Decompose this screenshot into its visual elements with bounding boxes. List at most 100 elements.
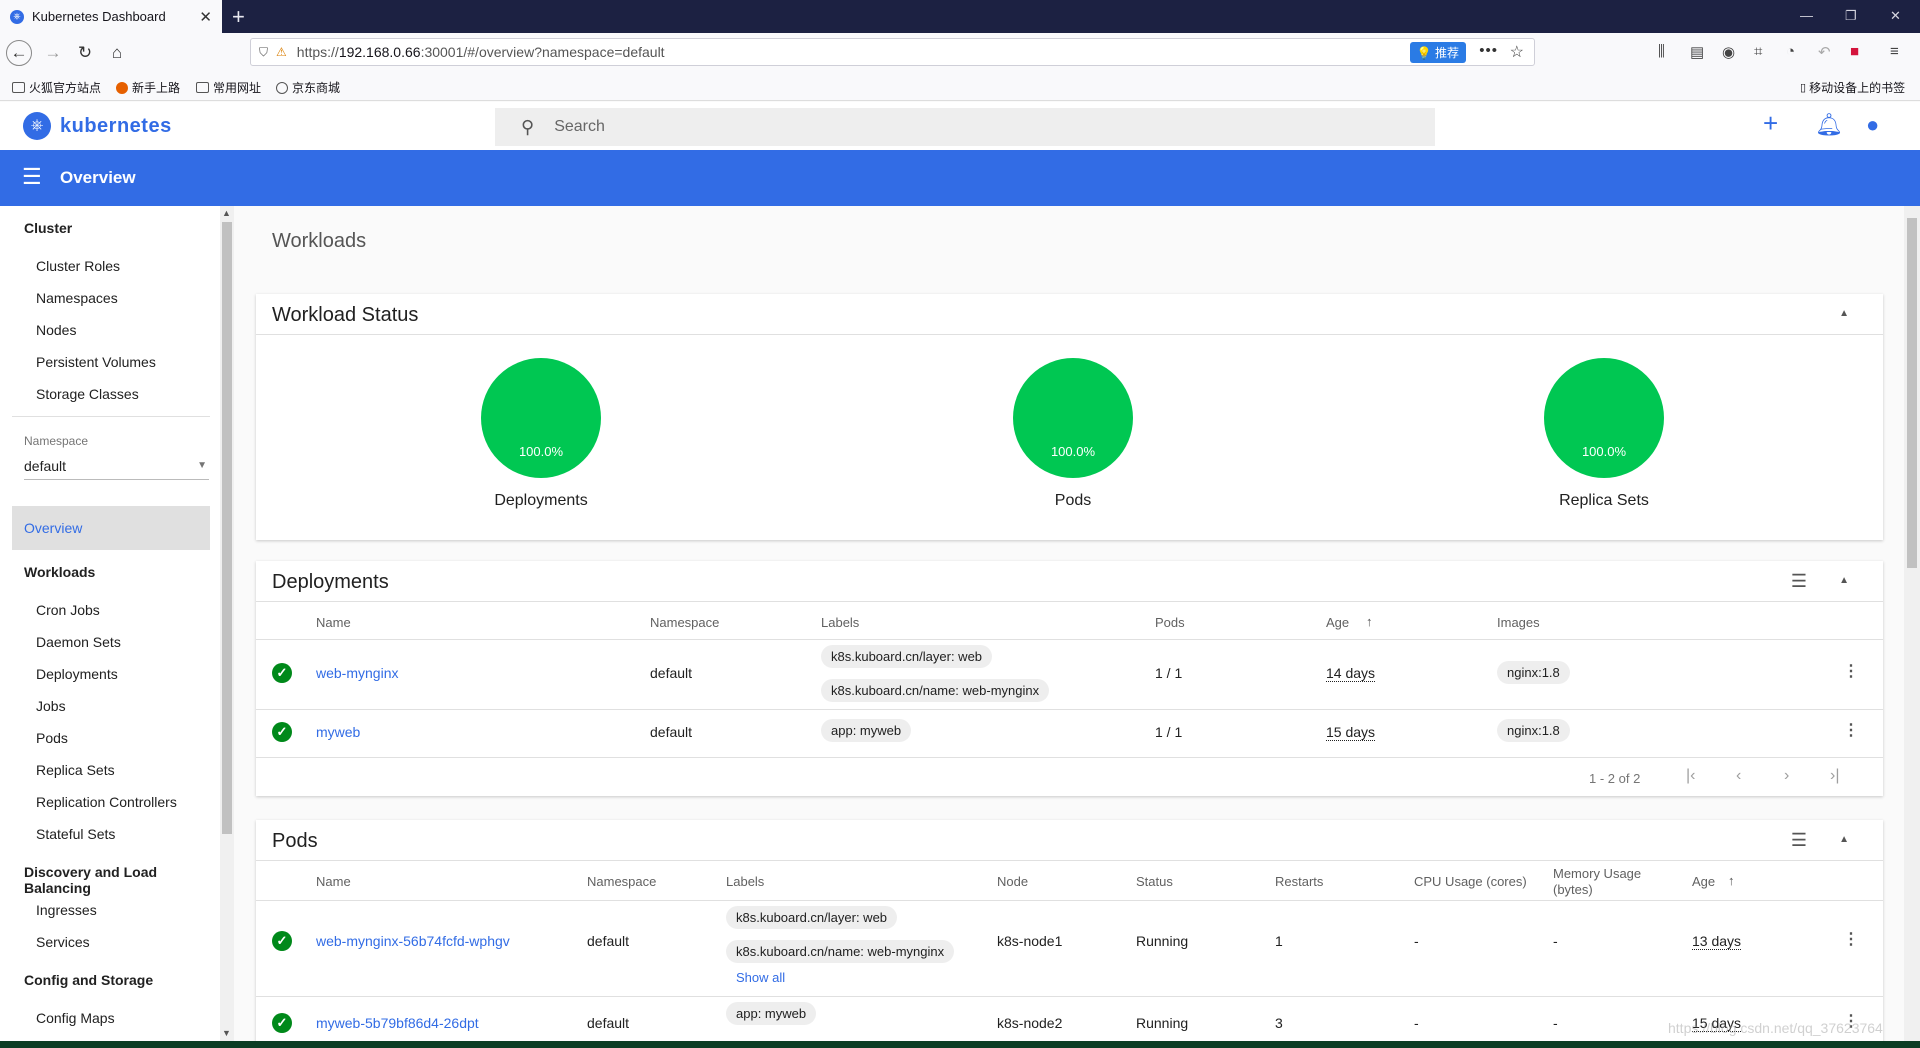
extension-icon[interactable]: ■ [1850, 43, 1859, 60]
sidebar-item-cluster-roles[interactable]: Cluster Roles [36, 258, 120, 274]
bookmark-star-icon[interactable]: ☆ [1510, 42, 1524, 62]
sidebar-heading-cluster[interactable]: Cluster [24, 220, 72, 236]
divider [256, 639, 1883, 640]
chat-icon[interactable]: ◔ [1786, 43, 1795, 60]
sidebar-item-pods[interactable]: Pods [36, 730, 68, 746]
hamburger-menu-icon[interactable]: ☰ [22, 164, 42, 190]
sidebar-item-overview-label[interactable]: Overview [24, 520, 82, 536]
notifications-bell-icon[interactable]: 🔔︎ [1815, 112, 1843, 138]
sidebar-item-replica-sets[interactable]: Replica Sets [36, 762, 115, 778]
new-tab-icon[interactable]: + [232, 4, 245, 30]
bookmark-item[interactable]: 新手上路 [116, 79, 180, 96]
show-all-labels-link[interactable]: Show all [736, 970, 785, 985]
age-cell[interactable]: 14 days [1326, 665, 1376, 682]
main-scrollbar[interactable] [1904, 206, 1920, 1041]
sidebar-item-deployments[interactable]: Deployments [36, 666, 118, 682]
more-vert-icon[interactable]: ⋮ [1843, 661, 1859, 681]
browser-tab[interactable]: ⎈ Kubernetes Dashboard ✕ [0, 0, 222, 33]
library-icon[interactable]: ⫼ [1658, 43, 1665, 60]
sort-arrow-up-icon[interactable]: ↑ [1366, 614, 1373, 629]
sidebar-toggle-icon[interactable]: ▤ [1690, 43, 1704, 61]
first-page-icon[interactable]: |‹ [1686, 767, 1695, 785]
kubernetes-logo-icon[interactable]: ⎈ [23, 112, 51, 140]
pod-name-link[interactable]: myweb-5b79bf86d4-26dpt [316, 1015, 479, 1031]
sidebar-item-stateful-sets[interactable]: Stateful Sets [36, 826, 115, 842]
filter-icon[interactable]: ☰ [1791, 571, 1807, 592]
home-icon[interactable]: ⌂ [104, 40, 130, 66]
close-tab-icon[interactable]: ✕ [199, 8, 212, 26]
scroll-down-icon[interactable]: ▼ [222, 1028, 231, 1038]
close-window-icon[interactable]: ✕ [1890, 8, 1901, 24]
recommend-button[interactable]: 💡 推荐 [1409, 42, 1466, 63]
bookmark-item[interactable]: 京东商城 [276, 79, 340, 96]
sort-arrow-up-icon[interactable]: ↑ [1728, 873, 1735, 888]
column-header[interactable]: Age [1326, 615, 1349, 630]
restore-icon[interactable]: ❐ [1845, 8, 1857, 24]
bookmark-item[interactable]: 火狐官方站点 [12, 79, 101, 96]
sidebar-item-ingresses[interactable]: Ingresses [36, 902, 97, 918]
pod-name-link[interactable]: web-mynginx-56b74fcfd-wphgv [316, 933, 510, 949]
deployment-name-link[interactable]: myweb [316, 724, 360, 740]
bookmark-item[interactable]: 常用网址 [196, 79, 261, 96]
menu-icon[interactable]: ≡ [1890, 43, 1899, 60]
sidebar-item-daemon-sets[interactable]: Daemon Sets [36, 634, 121, 650]
column-header[interactable]: Namespace [650, 615, 719, 630]
collapse-icon[interactable]: ▲ [1839, 575, 1849, 586]
forward-icon[interactable]: → [40, 40, 66, 66]
insecure-lock-icon[interactable]: ⚠ [276, 45, 287, 59]
age-cell[interactable]: 15 days [1326, 724, 1376, 741]
deployment-name-link[interactable]: web-mynginx [316, 665, 398, 681]
search-input[interactable] [554, 118, 1355, 136]
sidebar-heading-config-storage[interactable]: Config and Storage [24, 972, 153, 988]
folder-icon [196, 82, 209, 93]
sidebar-scrollbar[interactable]: ▲ ▼ [220, 206, 234, 1041]
sidebar-heading-workloads[interactable]: Workloads [24, 564, 95, 580]
collapse-icon[interactable]: ▲ [1839, 834, 1849, 845]
more-vert-icon[interactable]: ⋮ [1843, 929, 1859, 949]
mobile-bookmarks[interactable]: ▯ 移动设备上的书签 [1800, 79, 1905, 96]
column-header[interactable]: Node [997, 874, 1028, 889]
status-cell: Running [1136, 933, 1189, 949]
sidebar-item-jobs[interactable]: Jobs [36, 698, 66, 714]
sidebar-item-namespaces[interactable]: Namespaces [36, 290, 118, 306]
sidebar-item-persistent-volumes[interactable]: Persistent Volumes [36, 354, 156, 370]
back-icon[interactable]: ← [6, 40, 32, 66]
url-bar[interactable]: ⛉ ⚠ https://192.168.0.66:30001/#/overvie… [250, 38, 1535, 66]
column-header[interactable]: Restarts [1275, 874, 1323, 889]
sidebar-heading-discovery[interactable]: Discovery and Load Balancing [24, 864, 220, 896]
column-header[interactable]: Name [316, 615, 351, 630]
collapse-icon[interactable]: ▲ [1839, 308, 1849, 319]
last-page-icon[interactable]: ›| [1830, 767, 1839, 785]
page-actions-icon[interactable]: ••• [1479, 42, 1498, 59]
sidebar-item-replication-controllers[interactable]: Replication Controllers [36, 794, 177, 810]
sidebar-item-nodes[interactable]: Nodes [36, 322, 76, 338]
app-logo-text[interactable]: kubernetes [60, 115, 172, 138]
age-cell[interactable]: 13 days [1692, 933, 1742, 950]
account-icon[interactable]: ◉ [1722, 43, 1735, 61]
account-circle-icon[interactable]: ● [1866, 112, 1879, 138]
sidebar-item-storage-classes[interactable]: Storage Classes [36, 386, 139, 402]
next-page-icon[interactable]: › [1784, 767, 1789, 785]
url-text[interactable]: https://192.168.0.66:30001/#/overview?na… [297, 44, 665, 60]
create-plus-icon[interactable]: + [1763, 108, 1778, 139]
more-vert-icon[interactable]: ⋮ [1843, 720, 1859, 740]
filter-icon[interactable]: ☰ [1791, 830, 1807, 851]
sidebar-item-services[interactable]: Services [36, 934, 90, 950]
screenshot-icon[interactable]: ⌗ [1754, 43, 1762, 60]
sidebar-scroll-thumb[interactable] [222, 222, 232, 834]
column-header[interactable]: Age [1692, 874, 1715, 889]
namespace-select[interactable]: default ▼ [24, 454, 209, 480]
scroll-up-icon[interactable]: ▲ [222, 208, 231, 218]
minimize-icon[interactable]: — [1800, 8, 1813, 23]
main-scroll-thumb[interactable] [1907, 218, 1917, 568]
column-header[interactable]: Namespace [587, 874, 656, 889]
sidebar-item-config-maps[interactable]: Config Maps [36, 1010, 115, 1026]
reload-icon[interactable]: ↻ [72, 40, 98, 66]
column-header[interactable]: Name [316, 874, 351, 889]
undo-icon[interactable]: ↶ [1818, 43, 1831, 61]
previous-page-icon[interactable]: ‹ [1736, 767, 1741, 785]
search-box[interactable]: ⚲ [495, 108, 1435, 146]
shield-icon[interactable]: ⛉ [259, 45, 268, 60]
sidebar-item-cron-jobs[interactable]: Cron Jobs [36, 602, 100, 618]
column-header[interactable]: Status [1136, 874, 1173, 889]
